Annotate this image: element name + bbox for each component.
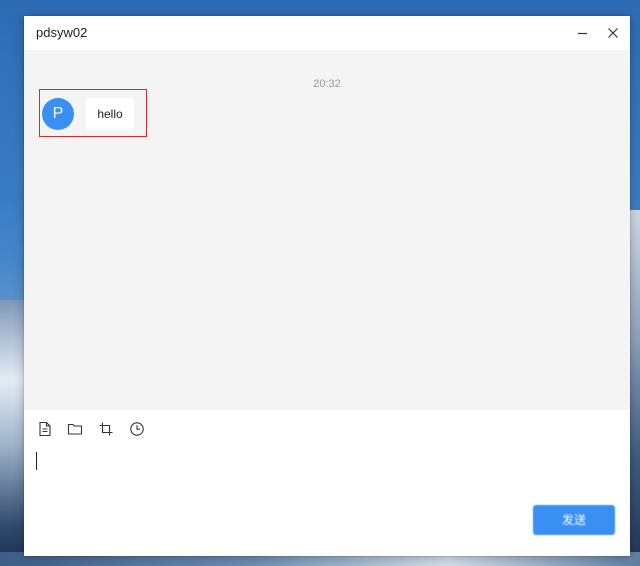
chat-window: pdsyw02 20:32 P hello 发送 [24,16,630,556]
folder-button[interactable] [66,420,84,438]
screenshot-button[interactable] [97,420,115,438]
close-icon [608,28,618,38]
file-icon [39,421,51,437]
text-caret [36,452,37,470]
window-title: pdsyw02 [36,25,88,40]
minimize-icon [578,32,587,35]
send-button[interactable]: 发送 [533,505,615,535]
desktop-background: pdsyw02 20:32 P hello 发送 [0,0,640,566]
folder-icon [67,423,83,435]
wallpaper-mountain-left [0,300,26,566]
message-input[interactable] [34,452,614,502]
file-button[interactable] [36,420,54,438]
minimize-button[interactable] [572,22,594,44]
message-bubble[interactable]: hello [86,98,134,130]
message-highlight-box: P hello [39,89,147,137]
crop-icon [99,422,113,436]
avatar[interactable]: P [42,98,74,130]
close-button[interactable] [602,22,624,44]
title-bar[interactable]: pdsyw02 [24,16,630,50]
clock-icon [130,422,144,436]
message-list[interactable]: 20:32 P hello [24,50,630,410]
history-button[interactable] [128,420,146,438]
